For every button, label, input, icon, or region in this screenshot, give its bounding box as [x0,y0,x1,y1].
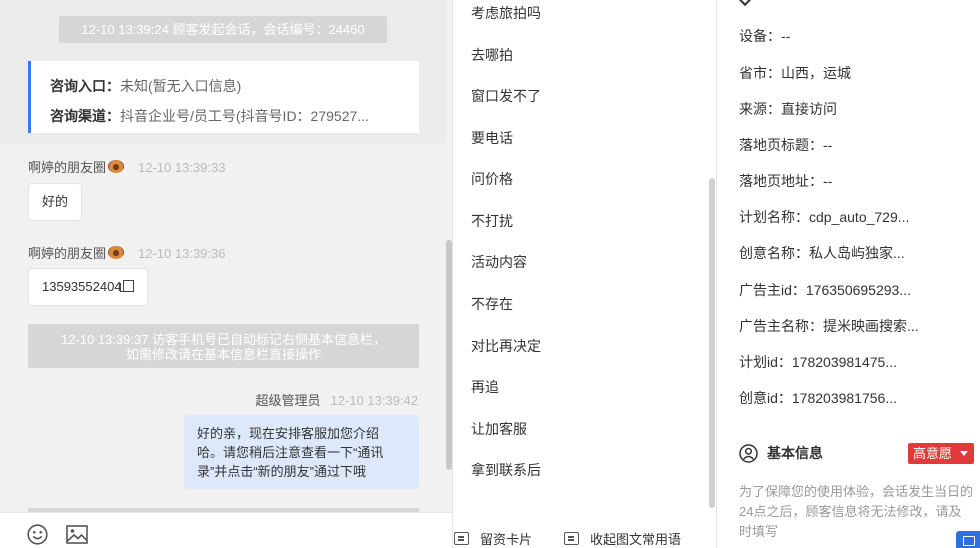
composer-toolbar [0,512,452,548]
phrase-item[interactable]: 活动内容 [471,252,527,272]
phrase-toolbar: 留资卡片 收起图文常用语 [454,512,717,548]
message-sender: 啊婷的朋友圈 12-10 13:39:36 [28,243,225,262]
message-line: 好的亲，现在安排客服加您介绍 [197,426,380,441]
entry-row: 咨询入口：未知(暂无入口信息) [50,71,419,101]
message-line: 录”并点击“新的朋友”通过下哦 [197,464,366,479]
chat-scrollbar[interactable] [446,240,452,470]
field-plan-id: 计划id：178203981475... [739,354,897,370]
message-time: 12-10 13:39:36 [138,246,226,261]
sender-name: 啊婷的朋友圈 [28,160,107,175]
message-sender: 啊婷的朋友圈 12-10 13:39:33 [28,157,225,176]
message-card-icon [564,532,579,545]
entry-info-card: 咨询入口：未知(暂无入口信息) 咨询渠道：抖音企业号/员工号(抖音号ID：279… [28,61,419,133]
customer-message-bubble: 好的 [28,183,83,221]
phrase-item[interactable]: 让加客服 [471,419,527,439]
section-title: 基本信息 [767,445,823,461]
phrase-item[interactable]: 再追 [471,377,499,397]
chevron-down-icon[interactable] [737,0,753,7]
phrase-item[interactable]: 要电话 [471,128,513,148]
channel-row: 咨询渠道：抖音企业号/员工号(抖音号ID：279527... [50,101,419,131]
copy-icon[interactable] [119,280,134,292]
donut-emoji-icon [108,246,125,259]
phone-auto-tag-notice: 12-10 13:39:37 访客手机号已自动标记右侧基本信息栏， 如需修改请在… [28,324,419,368]
field-device: 设备：-- [739,28,791,44]
caret-down-icon [960,451,968,456]
collapse-phrases-button[interactable]: 收起图文常用语 [564,529,681,548]
field-landing-url: 落地页地址：-- [739,173,833,189]
smile-icon[interactable] [27,524,48,545]
channel-value: 抖音企业号/员工号(抖音号ID：279527... [120,108,369,124]
intent-dropdown[interactable]: 高意愿 [908,443,974,464]
message-text: 好的 [42,194,69,209]
visitor-info-panel: 设备：-- 省市：山西，运城 来源：直接访问 落地页标题：-- 落地页地址：--… [718,0,980,548]
user-icon [739,443,758,463]
message-line: 哈。请您稍后注意查看一下“通讯 [197,445,384,460]
phrase-item[interactable]: 对比再决定 [471,336,541,356]
phrase-item[interactable]: 窗口发不了 [471,86,541,106]
lead-card-label: 留资卡片 [480,532,533,547]
donut-emoji-icon [108,160,125,173]
intent-label: 高意愿 [913,446,953,461]
phrase-item[interactable]: 问价格 [471,169,513,189]
session-start-notice: 12-10 13:39:24 顾客发起会话，会话编号：24460 [59,16,387,43]
admin-sender: 超级管理员 12-10 13:39:42 [256,390,418,409]
chat-panel: 12-10 13:39:24 顾客发起会话，会话编号：24460 咨询入口：未知… [0,0,453,548]
image-icon[interactable] [66,525,88,544]
admin-message-bubble: 好的亲，现在安排客服加您介绍 哈。请您稍后注意查看一下“通讯 录”并点击“新的朋… [184,415,419,489]
notice-line: 12-10 13:39:37 访客手机号已自动标记右侧基本信息栏， [60,332,387,347]
chat-history-block: 12-10 13:39:24 顾客发起会话，会话编号：24460 咨询入口：未知… [0,0,446,143]
message-text: 13593552404 [42,279,122,294]
entry-label: 咨询入口： [50,78,120,94]
admin-name: 超级管理员 [255,393,321,408]
phrase-item[interactable]: 去哪拍 [471,45,513,65]
phrase-item[interactable]: 不存在 [471,294,513,314]
field-plan-name: 计划名称：cdp_auto_729... [739,209,910,225]
phrase-item[interactable]: 不打扰 [471,211,513,231]
customer-phone-bubble: 13593552404 [28,268,148,306]
field-source: 来源：直接访问 [739,101,837,117]
field-advertiser-name: 广告主名称：提米映画搜索... [739,318,919,334]
field-landing-title: 落地页标题：-- [739,137,833,153]
quick-phrase-panel: 考虑旅拍吗 去哪拍 窗口发不了 要电话 问价格 不打扰 活动内容 不存在 对比再… [454,0,717,548]
entry-value: 未知(暂无入口信息) [120,78,242,94]
channel-label: 咨询渠道： [50,108,120,124]
field-creative-id: 创意id：178203981756... [739,390,897,406]
notice-line: 如需修改请在基本信息栏直接操作 [125,347,321,362]
field-province: 省市：山西，运城 [739,65,851,81]
collapse-phrases-label: 收起图文常用语 [590,532,682,547]
edit-deadline-notice: 为了保障您的使用体验，会话发生当日的24点之后，顾客信息将无法修改，请及时填写 [739,484,974,539]
phrase-item[interactable]: 拿到联系后 [471,460,541,480]
phrase-item[interactable]: 考虑旅拍吗 [471,3,541,23]
phrase-scrollbar[interactable] [709,178,715,508]
field-creative-name: 创意名称：私人岛屿独家... [739,245,905,261]
message-card-icon [454,532,469,545]
admin-time: 12-10 13:39:42 [330,393,418,408]
message-time: 12-10 13:39:33 [138,160,226,175]
lead-card-button[interactable]: 留资卡片 [454,529,532,548]
sender-name: 啊婷的朋友圈 [28,246,107,261]
field-advertiser-id: 广告主id：176350695293... [739,282,911,298]
basic-info-header: 基本信息 [739,443,823,463]
message-icon[interactable] [956,531,980,548]
